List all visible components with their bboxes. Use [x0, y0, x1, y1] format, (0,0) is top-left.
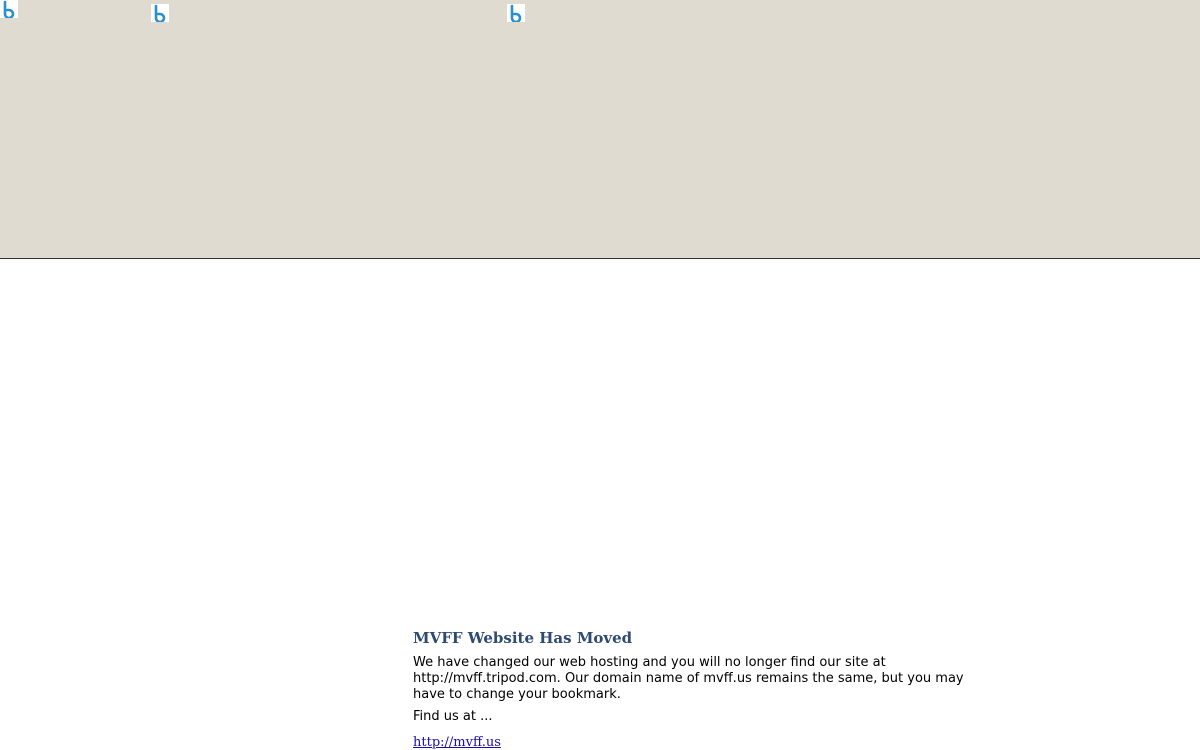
header-banner: [0, 0, 1200, 259]
new-site-link[interactable]: http://mvff.us: [413, 735, 501, 750]
find-us-text: Find us at ...: [413, 709, 493, 724]
broken-image-icon[interactable]: [151, 4, 169, 22]
notice-title: MVFF Website Has Moved: [413, 629, 633, 647]
notice-body: We have changed our web hosting and you …: [413, 655, 964, 702]
broken-image-icon[interactable]: [0, 0, 18, 18]
moved-notice: MVFF Website Has Moved We have changed o…: [413, 628, 993, 750]
broken-image-icon[interactable]: [507, 4, 525, 22]
